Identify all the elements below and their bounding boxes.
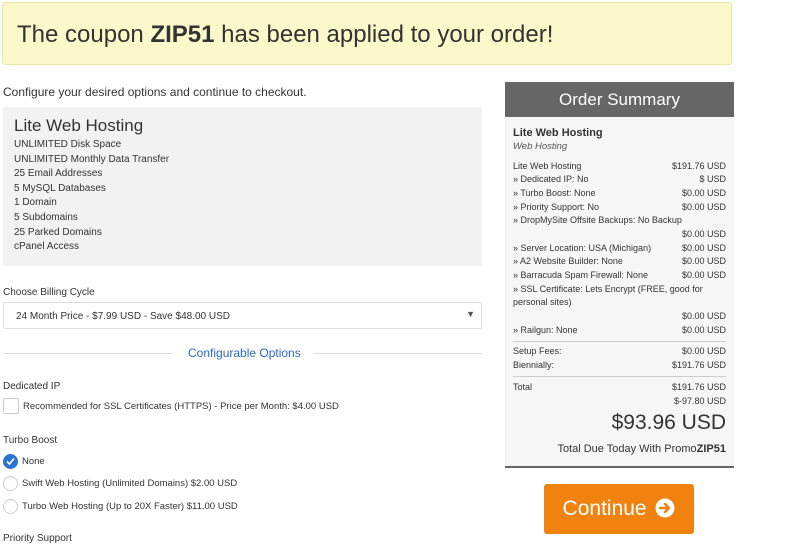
- continue-button[interactable]: Continue: [544, 484, 694, 534]
- feature-item: 25 Email Addresses: [14, 168, 103, 180]
- coupon-banner: The coupon ZIP51 has been applied to you…: [2, 2, 732, 65]
- turbo-boost-label: Turbo Boost: [3, 435, 58, 446]
- billing-cycle-select[interactable]: 24 Month Price - $7.99 USD - Save $48.00…: [3, 302, 482, 329]
- order-summary-title: Order Summary: [505, 82, 734, 117]
- turbo-swift-label[interactable]: Swift Web Hosting (Unlimited Domains) $2…: [22, 478, 237, 489]
- summary-divider: [513, 376, 726, 377]
- feature-item: 1 Domain: [14, 197, 57, 209]
- dedicated-ip-checkbox[interactable]: [3, 398, 19, 414]
- coupon-message: The coupon ZIP51 has been applied to you…: [17, 21, 554, 48]
- summary-divider: [513, 341, 726, 342]
- turbo-turbo-label[interactable]: Turbo Web Hosting (Up to 20X Faster) $11…: [22, 501, 238, 512]
- turbo-none-label[interactable]: None: [22, 456, 45, 467]
- check-icon: [6, 457, 15, 466]
- billing-cycle-label: Choose Billing Cycle: [3, 287, 95, 298]
- feature-item: 25 Parked Domains: [14, 226, 102, 238]
- divider-left: [3, 353, 173, 354]
- product-name: Lite Web Hosting: [14, 116, 144, 135]
- feature-item: cPanel Access: [14, 241, 80, 253]
- summary-product-group: Web Hosting: [513, 141, 568, 152]
- promo-code: ZIP51: [696, 443, 726, 455]
- summary-product-name: Lite Web Hosting: [513, 127, 603, 139]
- configurable-options-title: Configurable Options: [188, 346, 301, 360]
- intro-text: Configure your desired options and conti…: [3, 85, 307, 99]
- feature-item: 5 MySQL Databases: [14, 182, 106, 194]
- turbo-turbo-radio[interactable]: [3, 499, 18, 514]
- caret-down-icon: ▼: [466, 309, 475, 319]
- divider-right: [313, 353, 482, 354]
- total-due-amount: $93.96 USD: [611, 411, 726, 434]
- feature-item: UNLIMITED Disk Space: [14, 139, 122, 150]
- dedicated-ip-label: Dedicated IP: [3, 381, 61, 392]
- billing-cycle-value: 24 Month Price - $7.99 USD - Save $48.00…: [16, 311, 230, 322]
- feature-item: UNLIMITED Monthly Data Transfer: [14, 153, 170, 165]
- order-summary-panel: Order Summary Lite Web Hosting Web Hosti…: [505, 82, 734, 468]
- product-info-panel: Lite Web Hosting UNLIMITED Disk Space UN…: [3, 107, 482, 266]
- summary-ssl-label: » SSL Certificate: Lets Encrypt (FREE, g…: [513, 284, 703, 307]
- dedicated-ip-option-label[interactable]: Recommended for SSL Certificates (HTTPS)…: [23, 401, 339, 412]
- coupon-code: ZIP51: [150, 21, 215, 48]
- continue-label: Continue: [562, 497, 647, 520]
- turbo-none-radio[interactable]: [3, 454, 18, 469]
- arrow-circle-right-icon: [655, 498, 675, 518]
- product-features: UNLIMITED Disk Space UNLIMITED Monthly D…: [14, 138, 169, 255]
- total-due-caption: Total Due Today With PromoZIP51: [557, 443, 726, 455]
- turbo-swift-radio[interactable]: [3, 476, 18, 491]
- feature-item: 5 Subdomains: [14, 211, 78, 223]
